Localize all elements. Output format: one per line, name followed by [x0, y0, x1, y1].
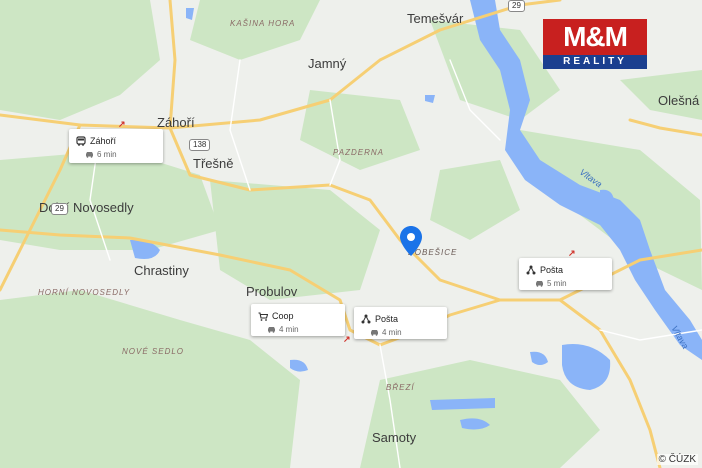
town-label-chrastiny: Chrastiny	[134, 263, 189, 278]
poi-time: 4 min	[279, 325, 299, 334]
poi-name: Záhoří	[90, 136, 117, 146]
poi-card-coop[interactable]: Coop 4 min	[251, 304, 345, 336]
forest-areas	[0, 0, 702, 468]
car-icon	[371, 330, 378, 336]
town-label-probulov: Probulov	[246, 284, 298, 299]
poi-card-posta-1[interactable]: Pošta 4 min	[354, 307, 447, 339]
poi-time: 5 min	[547, 279, 567, 288]
mm-reality-logo: M&M REALITY	[543, 19, 647, 69]
town-label-olesna: Olešná	[658, 93, 700, 108]
car-icon	[536, 281, 543, 287]
bus-icon	[76, 136, 86, 146]
external-link-icon[interactable]: ↗	[343, 334, 351, 345]
road-shield-29-left: 29	[51, 203, 68, 215]
car-icon	[268, 327, 275, 333]
poi-name: Coop	[272, 311, 294, 321]
external-link-icon[interactable]: ↗	[118, 119, 126, 130]
map-base-layer	[0, 0, 702, 468]
post-office-icon	[526, 265, 536, 275]
locality-label-kasina-hora: KAŠINA HORA	[230, 19, 296, 28]
town-label-temesvar: Temešvár	[407, 11, 464, 26]
town-label-tresne: Třešně	[193, 156, 234, 171]
locality-label-nove-sedlo: NOVÉ SEDLO	[122, 347, 185, 356]
post-office-icon	[361, 314, 371, 324]
external-link-icon[interactable]: ↗	[568, 248, 576, 259]
poi-time: 6 min	[97, 150, 117, 159]
cart-icon	[258, 311, 268, 321]
car-icon	[86, 152, 93, 158]
locality-label-brezi: BŘEZÍ	[386, 383, 415, 392]
locality-label-pazderna: PAZDERNA	[333, 148, 384, 157]
location-pin-icon[interactable]	[400, 226, 422, 256]
poi-card-zahori-bus[interactable]: Záhoří 6 min	[69, 129, 163, 163]
locality-label-horni-novosedly: HORNÍ NOVOSEDLY	[38, 288, 131, 297]
poi-card-posta-2[interactable]: Pošta 5 min	[519, 258, 612, 290]
poi-name: Pošta	[375, 314, 399, 324]
road-shield-29-top: 29	[508, 0, 525, 12]
town-label-samoty: Samoty	[372, 430, 417, 445]
logo-top: M&M	[543, 19, 647, 55]
poi-name: Pošta	[540, 265, 564, 275]
poi-time: 4 min	[382, 328, 402, 337]
town-label-zahori: Záhoří	[157, 115, 195, 130]
logo-bottom: REALITY	[543, 55, 647, 69]
road-shield-138: 138	[189, 139, 211, 151]
map[interactable]: Temešvár Jamný Záhoří Třešně Olešná Doln…	[0, 0, 702, 468]
copyright-text: © ČÚZK	[656, 454, 698, 465]
town-label-jamny: Jamný	[308, 56, 347, 71]
